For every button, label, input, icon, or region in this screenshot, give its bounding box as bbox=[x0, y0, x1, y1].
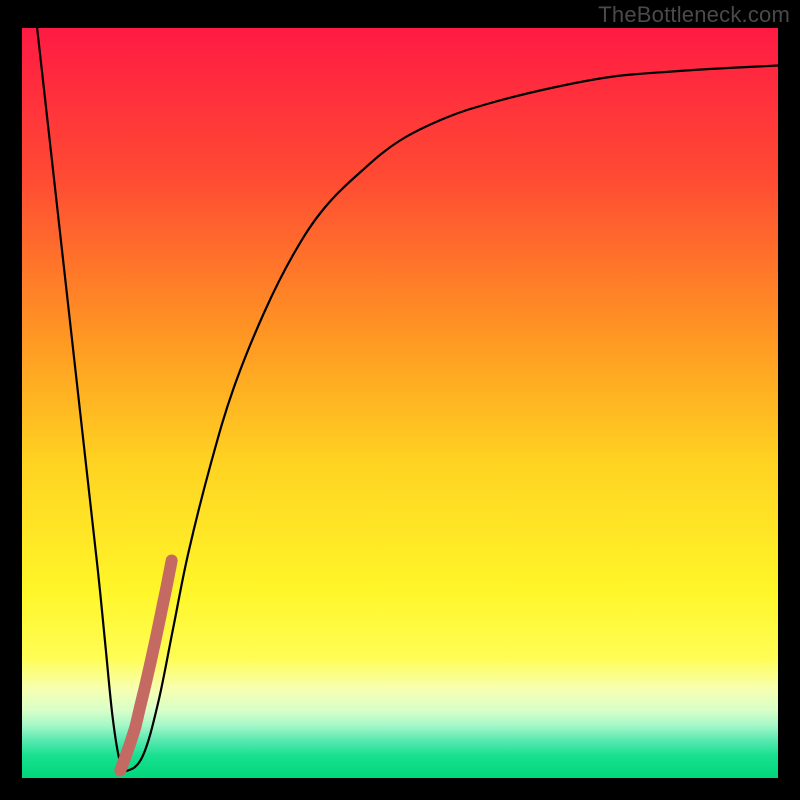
bottleneck-chart bbox=[22, 28, 778, 778]
chart-frame: TheBottleneck.com bbox=[0, 0, 800, 800]
plot-area bbox=[22, 28, 778, 778]
watermark-text: TheBottleneck.com bbox=[598, 2, 790, 28]
